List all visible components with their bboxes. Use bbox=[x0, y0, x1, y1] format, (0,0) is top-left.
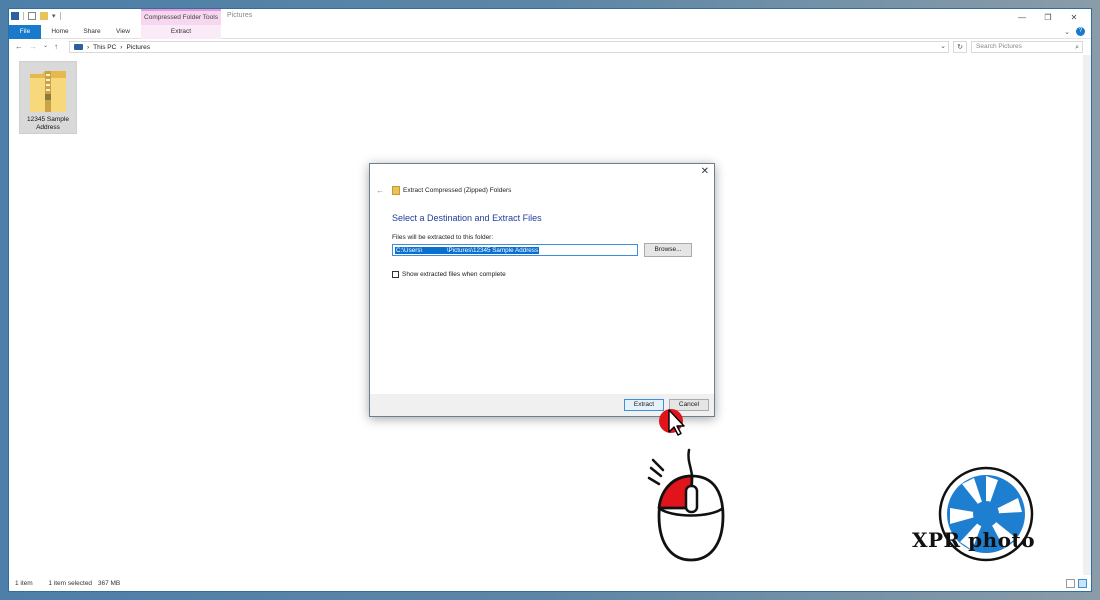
help-icon[interactable]: ? bbox=[1076, 27, 1085, 36]
browse-button[interactable]: Browse... bbox=[644, 243, 692, 257]
show-files-checkbox-row[interactable]: Show extracted files when complete bbox=[392, 271, 506, 278]
details-view-icon[interactable] bbox=[1066, 579, 1075, 588]
file-item[interactable]: 12345 Sample Address bbox=[19, 61, 77, 134]
xpr-photo-logo: XPR photo bbox=[906, 464, 1066, 564]
divider bbox=[59, 12, 61, 20]
item-count: 1 item bbox=[15, 580, 33, 587]
new-folder-icon[interactable] bbox=[40, 12, 48, 20]
destination-path-value: C:\Users\ \Pictures\12345 Sample Address bbox=[395, 247, 540, 254]
selection-count: 1 item selected bbox=[48, 580, 93, 587]
selection-size: 367 MB bbox=[97, 580, 121, 587]
zip-folder-icon bbox=[392, 186, 400, 195]
destination-path-field[interactable]: C:\Users\ \Pictures\12345 Sample Address bbox=[392, 244, 638, 256]
restore-icon[interactable]: ❐ bbox=[1035, 9, 1061, 25]
search-input[interactable]: Search Pictures ⌕ bbox=[971, 41, 1083, 53]
this-pc-icon bbox=[74, 44, 83, 50]
close-icon[interactable]: ✕ bbox=[701, 166, 709, 177]
expand-ribbon-icon[interactable]: ⌄ bbox=[1064, 28, 1070, 36]
address-row: ← → ⌄ ↑ › This PC › Pictures ⌄ ↻ Search … bbox=[9, 39, 1091, 55]
qat-dropdown-icon[interactable]: ▾ bbox=[52, 12, 56, 20]
recent-dropdown-icon[interactable]: ⌄ bbox=[43, 42, 48, 51]
vertical-scrollbar[interactable] bbox=[1083, 55, 1091, 575]
status-bar: 1 item 1 item selected 367 MB bbox=[9, 577, 1091, 591]
breadcrumb-separator-icon: › bbox=[120, 43, 123, 51]
breadcrumb-separator-icon: › bbox=[87, 43, 90, 51]
breadcrumb-pictures[interactable]: Pictures bbox=[126, 44, 149, 51]
navigation-buttons: ← → ⌄ ↑ bbox=[15, 42, 58, 51]
dialog-heading: Select a Destination and Extract Files bbox=[392, 213, 542, 223]
mouse-click-illustration-icon bbox=[647, 448, 725, 562]
back-icon[interactable]: ← bbox=[15, 42, 23, 51]
address-bar[interactable]: › This PC › Pictures ⌄ bbox=[69, 41, 949, 53]
destination-label: Files will be extracted to this folder: bbox=[392, 234, 494, 241]
address-dropdown-icon[interactable]: ⌄ bbox=[940, 42, 946, 50]
properties-icon[interactable] bbox=[28, 12, 36, 20]
tab-share[interactable]: Share bbox=[79, 25, 105, 39]
close-icon[interactable]: ✕ bbox=[1061, 9, 1087, 25]
tab-view[interactable]: View bbox=[111, 25, 135, 39]
quick-access-toolbar: ▾ bbox=[11, 12, 61, 20]
window-title: Pictures bbox=[227, 12, 253, 19]
up-icon[interactable]: ↑ bbox=[54, 42, 58, 51]
view-toggles bbox=[1066, 579, 1087, 588]
dialog-title: Extract Compressed (Zipped) Folders bbox=[403, 187, 512, 194]
click-cursor-icon bbox=[659, 409, 685, 436]
title-bar: ▾ Compressed Folder Tools Pictures — ❐ ✕ bbox=[9, 9, 1091, 25]
search-placeholder: Search Pictures bbox=[976, 43, 1022, 50]
window-controls: — ❐ ✕ bbox=[1009, 9, 1087, 25]
brand-text: XPR photo bbox=[912, 528, 1036, 552]
ribbon-right: ⌄ ? bbox=[1064, 27, 1085, 36]
divider bbox=[23, 12, 24, 20]
show-files-label: Show extracted files when complete bbox=[402, 271, 506, 278]
tab-extract[interactable]: Extract bbox=[141, 25, 221, 39]
ribbon-tabs: File Home Share View Extract ⌄ ? bbox=[9, 25, 1091, 39]
search-icon: ⌕ bbox=[1075, 44, 1079, 51]
breadcrumb-this-pc[interactable]: This PC bbox=[93, 44, 116, 51]
zip-folder-icon bbox=[30, 71, 66, 112]
tab-file[interactable]: File bbox=[9, 25, 41, 39]
tab-home[interactable]: Home bbox=[47, 25, 73, 39]
forward-icon[interactable]: → bbox=[29, 42, 37, 51]
back-icon[interactable]: ← bbox=[376, 186, 384, 195]
file-name: 12345 Sample Address bbox=[27, 116, 69, 131]
show-files-checkbox[interactable] bbox=[392, 271, 399, 278]
large-icons-view-icon[interactable] bbox=[1078, 579, 1087, 588]
explorer-icon bbox=[11, 12, 19, 20]
minimize-icon[interactable]: — bbox=[1009, 9, 1035, 25]
extract-dialog: ✕ ← Extract Compressed (Zipped) Folders … bbox=[369, 163, 715, 417]
context-tab-group-label: Compressed Folder Tools bbox=[141, 9, 221, 25]
refresh-icon[interactable]: ↻ bbox=[953, 41, 967, 53]
